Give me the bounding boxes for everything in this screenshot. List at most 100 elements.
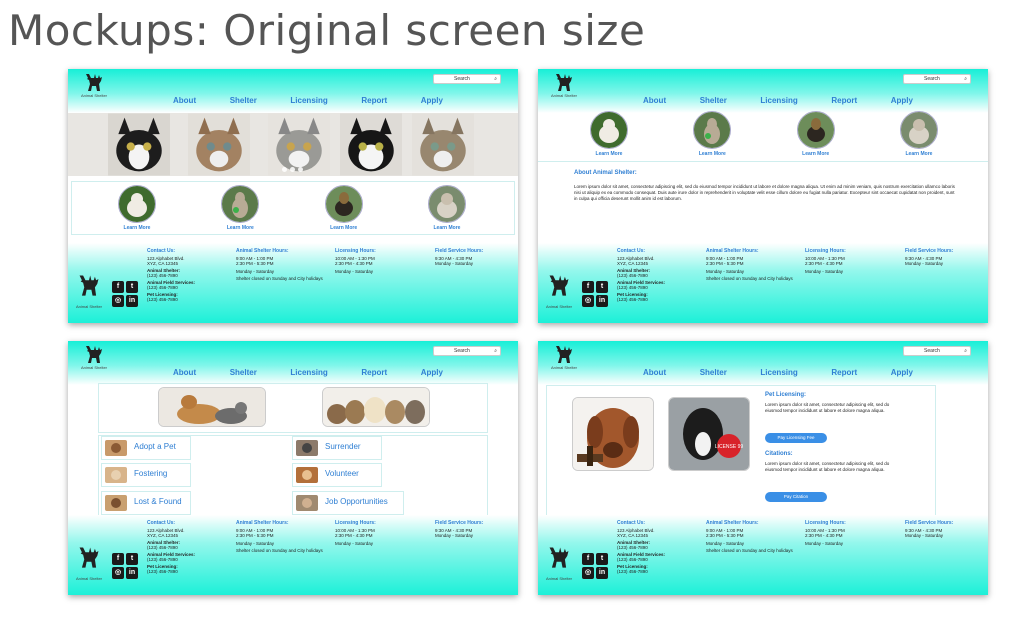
learn-more-item[interactable]: Learn More: [215, 185, 265, 231]
option-label[interactable]: Volunteer: [325, 469, 359, 478]
instagram-icon[interactable]: ◎: [582, 567, 594, 579]
nav-about[interactable]: About: [173, 96, 196, 105]
learn-more-item[interactable]: Learn More: [791, 111, 841, 157]
phone-number[interactable]: (123) 456-7890: [617, 297, 665, 303]
nav-about[interactable]: About: [173, 368, 196, 377]
option-jobs[interactable]: Job Opportunities: [292, 491, 404, 515]
nav-report[interactable]: Report: [361, 96, 387, 105]
option-label[interactable]: Lost & Found: [134, 497, 182, 506]
carousel-dot[interactable]: [282, 167, 287, 172]
linkedin-icon[interactable]: in: [126, 567, 138, 579]
learn-more-item[interactable]: Learn More: [422, 185, 472, 231]
learn-more-link[interactable]: Learn More: [319, 225, 369, 231]
learn-more-link[interactable]: Learn More: [791, 151, 841, 157]
learn-more-item[interactable]: Learn More: [687, 111, 737, 157]
instagram-icon[interactable]: ◎: [582, 295, 594, 307]
logo[interactable]: Animal Shelter: [546, 344, 582, 370]
nav-licensing[interactable]: Licensing: [760, 368, 797, 377]
footer-logo[interactable]: Animal Shelter: [74, 272, 104, 309]
phone-number[interactable]: (123) 456-7890: [147, 273, 195, 279]
carousel-dots[interactable]: [282, 167, 303, 172]
phone-number[interactable]: (123) 456-7890: [617, 557, 665, 563]
instagram-icon[interactable]: ◎: [112, 567, 124, 579]
nav-shelter[interactable]: Shelter: [230, 96, 257, 105]
option-volunteer[interactable]: Volunteer: [292, 463, 382, 487]
search-input[interactable]: Search ⌕: [433, 74, 501, 84]
nav-shelter[interactable]: Shelter: [700, 368, 727, 377]
nav-licensing[interactable]: Licensing: [760, 96, 797, 105]
linkedin-icon[interactable]: in: [126, 295, 138, 307]
nav-about[interactable]: About: [643, 96, 666, 105]
learn-more-link[interactable]: Learn More: [112, 225, 162, 231]
learn-more-item[interactable]: Learn More: [112, 185, 162, 231]
twitter-icon[interactable]: t: [596, 553, 608, 565]
phone-number[interactable]: (123) 456-7890: [617, 545, 665, 551]
search-input[interactable]: Search ⌕: [433, 346, 501, 356]
logo[interactable]: Animal Shelter: [546, 72, 582, 98]
twitter-icon[interactable]: t: [596, 281, 608, 293]
option-label[interactable]: Fostering: [134, 469, 167, 478]
option-label[interactable]: Job Opportunities: [325, 497, 388, 506]
footer-logo[interactable]: Animal Shelter: [544, 544, 574, 581]
nav-report[interactable]: Report: [831, 96, 857, 105]
option-surrender[interactable]: Surrender: [292, 436, 382, 460]
phone-number[interactable]: (123) 456-7890: [147, 569, 195, 575]
twitter-icon[interactable]: t: [126, 553, 138, 565]
search-icon[interactable]: ⌕: [964, 75, 967, 83]
phone-number[interactable]: (123) 456-7890: [147, 545, 195, 551]
footer-logo[interactable]: Animal Shelter: [544, 272, 574, 309]
linkedin-icon[interactable]: in: [596, 295, 608, 307]
learn-more-link[interactable]: Learn More: [894, 151, 944, 157]
option-adopt[interactable]: Adopt a Pet: [101, 436, 191, 460]
phone-number[interactable]: (123) 456-7890: [617, 273, 665, 279]
pay-citation-button[interactable]: Pay Citation: [765, 492, 827, 502]
carousel-dot[interactable]: [298, 167, 303, 172]
nav-apply[interactable]: Apply: [421, 368, 443, 377]
nav-report[interactable]: Report: [831, 368, 857, 377]
option-label[interactable]: Surrender: [325, 442, 361, 451]
logo[interactable]: Animal Shelter: [76, 344, 112, 370]
search-icon[interactable]: ⌕: [494, 75, 497, 83]
facebook-icon[interactable]: f: [112, 553, 124, 565]
phone-number[interactable]: (123) 456-7890: [147, 297, 195, 303]
carousel-dot[interactable]: [290, 167, 295, 172]
nav-licensing[interactable]: Licensing: [290, 368, 327, 377]
linkedin-icon[interactable]: in: [596, 567, 608, 579]
hours-line: 2:30 PM - 4:30 PM: [805, 261, 843, 266]
option-label[interactable]: Adopt a Pet: [134, 442, 176, 451]
facebook-icon[interactable]: f: [582, 281, 594, 293]
nav-shelter[interactable]: Shelter: [230, 368, 257, 377]
nav-apply[interactable]: Apply: [421, 96, 443, 105]
nav-apply[interactable]: Apply: [891, 96, 913, 105]
facebook-icon[interactable]: f: [582, 553, 594, 565]
nav-apply[interactable]: Apply: [891, 368, 913, 377]
twitter-icon[interactable]: t: [126, 281, 138, 293]
search-icon[interactable]: ⌕: [964, 347, 967, 355]
search-input[interactable]: Search ⌕: [903, 74, 971, 84]
learn-more-link[interactable]: Learn More: [687, 151, 737, 157]
instagram-icon[interactable]: ◎: [112, 295, 124, 307]
nav-licensing[interactable]: Licensing: [290, 96, 327, 105]
learn-more-link[interactable]: Learn More: [584, 151, 634, 157]
learn-more-item[interactable]: Learn More: [894, 111, 944, 157]
phone-number[interactable]: (123) 456-7890: [617, 569, 665, 575]
phone-number[interactable]: (123) 456-7890: [147, 285, 195, 291]
search-input[interactable]: Search ⌕: [903, 346, 971, 356]
pay-licensing-fee-button[interactable]: Pay Licensing Fee: [765, 433, 827, 443]
search-icon[interactable]: ⌕: [494, 347, 497, 355]
footer-logo[interactable]: Animal Shelter: [74, 544, 104, 581]
phone-number[interactable]: (123) 456-7890: [147, 557, 195, 563]
phone-number[interactable]: (123) 456-7890: [617, 285, 665, 291]
learn-more-item[interactable]: Learn More: [584, 111, 634, 157]
learn-more-link[interactable]: Learn More: [215, 225, 265, 231]
facebook-icon[interactable]: f: [112, 281, 124, 293]
hours-days: Monday - Saturday: [905, 533, 944, 538]
option-fostering[interactable]: Fostering: [101, 463, 191, 487]
learn-more-link[interactable]: Learn More: [422, 225, 472, 231]
learn-more-item[interactable]: Learn More: [319, 185, 369, 231]
nav-report[interactable]: Report: [361, 368, 387, 377]
nav-shelter[interactable]: Shelter: [700, 96, 727, 105]
logo[interactable]: Animal Shelter: [76, 72, 112, 98]
option-lost-found[interactable]: Lost & Found: [101, 491, 191, 515]
nav-about[interactable]: About: [643, 368, 666, 377]
